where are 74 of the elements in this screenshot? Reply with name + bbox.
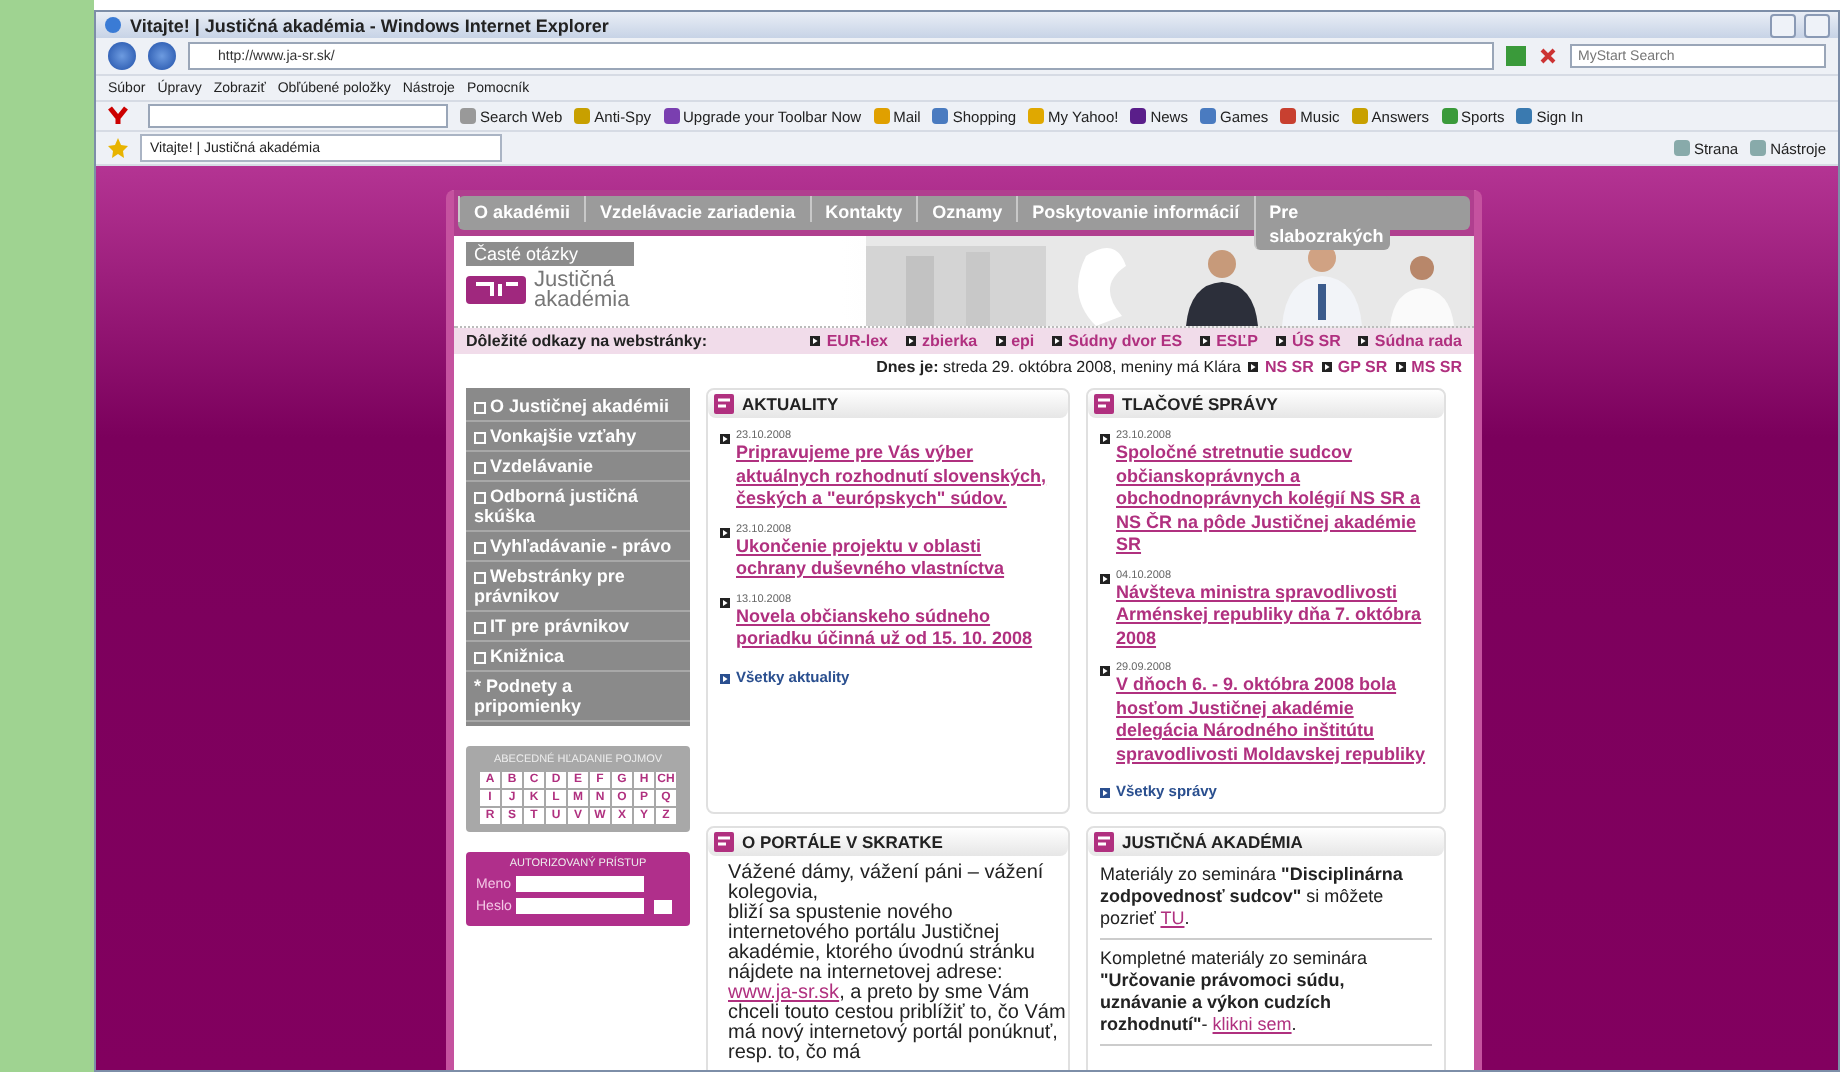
forward-button[interactable] [148, 42, 176, 70]
intro-paragraph: Vážené dámy, vážení páni – vážení kolegovia, bliží sa spustenie nového internetového portálu Justičnej akadémie, ktorého úvodnú stránku nájdete na internetovej adrese: www.ja-sr.sk, a preto by sme Vám chceli touto cestou priblížiť to, čo Vám má nový internetový portál ponúknuť, resp. to, čo má [728, 864, 1068, 1064]
external-link[interactable]: ESĽP [1200, 332, 1258, 350]
box-title: O PORTÁLE V SKRATKE [742, 832, 943, 852]
window-title: Vitajte! | Justičná akadémia - Windows Internet Explorer [130, 15, 611, 35]
star-icon[interactable] [108, 138, 128, 158]
bullet-icon [720, 527, 730, 537]
announcement-link[interactable]: klikni sem [1212, 1014, 1292, 1034]
external-link[interactable]: epi [995, 332, 1035, 350]
section-icon [714, 832, 734, 852]
maximize-button[interactable] [1804, 13, 1830, 37]
logo-text: Justičná akadémia [534, 270, 630, 310]
box-title: AKTUALITY [742, 394, 839, 414]
faq-tab[interactable]: Časté otázky [466, 242, 634, 266]
bullet-icon [1100, 788, 1110, 798]
news-link[interactable]: Spoločné stretnutie sudcov občianskoprávnych a obchodnoprávnych kolégií NS SR a NS ČR na pôde Justičnej akadémie SR [1116, 442, 1432, 557]
box-title: TLAČOVÉ SPRÁVY [1122, 394, 1278, 414]
side-menu-item[interactable]: Vonkajšie vzťahy [466, 422, 690, 452]
external-link[interactable]: ÚS SR [1275, 332, 1341, 350]
news-link[interactable]: Návšteva ministra spravodlivosti Arménskej republiky dňa 7. októbra 2008 [1116, 581, 1432, 650]
close-icon[interactable] [1538, 46, 1558, 66]
bullet-icon [810, 336, 821, 346]
bullet-icon [1248, 362, 1259, 372]
bullet-icon [1200, 336, 1211, 346]
toolbar-search-field[interactable] [148, 104, 448, 128]
announcement-text: Kompletné materiály zo seminára "Určovanie právomoci súdu, uznávanie a výkon cudzích rozhodnutí"- klikni sem. [1100, 948, 1432, 1046]
minimize-button[interactable] [1770, 13, 1796, 37]
external-link[interactable]: Súdna rada [1358, 332, 1462, 350]
login-field[interactable] [516, 876, 644, 892]
bullet-icon [1321, 362, 1332, 372]
bullet-icon [1100, 434, 1110, 444]
website-link[interactable]: www.ja-sr.sk [728, 982, 840, 1004]
side-menu-item[interactable]: Knižnica [466, 642, 690, 672]
section-icon [1094, 394, 1114, 414]
bullet-icon [720, 434, 730, 444]
date-text: Dnes je: streda 29. októbra 2008, meniny má Klára [876, 358, 1241, 376]
bullet-icon [906, 336, 917, 346]
announcement-text: Materiály zo seminára "Disciplinárna zodpovednosť sudcov" si môžete pozrieť TU. [1100, 864, 1432, 940]
bullet-icon [995, 336, 1006, 346]
news-link[interactable]: Novela občianskeho súdneho poriadku účinná už od 15. 10. 2008 [736, 605, 1056, 651]
bullet-icon [1358, 336, 1369, 346]
box-title: JUSTIČNÁ AKADÉMIA [1122, 832, 1303, 852]
news-link[interactable]: V dňoch 6. - 9. októbra 2008 bola hosťom Justičnej akadémie delegácia Národného inštitútu spravodlivosti Moldavskej republiky [1116, 674, 1432, 766]
side-menu-item[interactable]: * Podnety a pripomienky [466, 672, 690, 722]
bullet-icon [1100, 666, 1110, 676]
side-menu-item[interactable]: Webstránky pre právnikov [466, 562, 690, 612]
back-button[interactable] [108, 42, 136, 70]
browser-icon [104, 16, 122, 34]
court-link[interactable]: GP SR [1321, 358, 1388, 376]
links-label: Dôležité odkazy na webstránky: [466, 332, 709, 350]
bullet-icon [1395, 362, 1406, 372]
section-icon [1094, 832, 1114, 852]
news-link[interactable]: Pripravujeme pre Vás výber aktuálnych rozhodnutí slovenských, českých a "európskych" súdov. [736, 442, 1056, 511]
side-menu-item[interactable]: O Justičnej akadémii [466, 392, 690, 422]
news-link[interactable]: Ukončenie projektu v oblasti ochrany duševného vlastníctva [736, 535, 1056, 581]
court-link[interactable]: NS SR [1248, 358, 1314, 376]
login-field[interactable] [516, 898, 644, 914]
announcement-link[interactable]: TU [1160, 908, 1185, 928]
external-link[interactable]: EUR-lex [810, 332, 889, 350]
side-menu-item[interactable]: Odborná justičná skúška [466, 482, 690, 532]
logo-icon [466, 276, 526, 304]
external-link[interactable]: zbierka [906, 332, 978, 350]
external-link[interactable]: Súdny dvor ES [1052, 332, 1183, 350]
section-icon [714, 394, 734, 414]
bullet-icon [1275, 336, 1286, 346]
bullet-icon [720, 673, 730, 683]
bullet-icon [720, 597, 730, 607]
bullet-icon [1052, 336, 1063, 346]
court-link[interactable]: MS SR [1395, 358, 1462, 376]
bullet-icon [1100, 573, 1110, 583]
side-menu-item[interactable]: Vzdelávanie [466, 452, 690, 482]
login-button[interactable] [654, 899, 672, 913]
side-menu-item[interactable]: IT pre právnikov [466, 612, 690, 642]
side-menu-item[interactable]: Vyhľadávanie - právo [466, 532, 690, 562]
